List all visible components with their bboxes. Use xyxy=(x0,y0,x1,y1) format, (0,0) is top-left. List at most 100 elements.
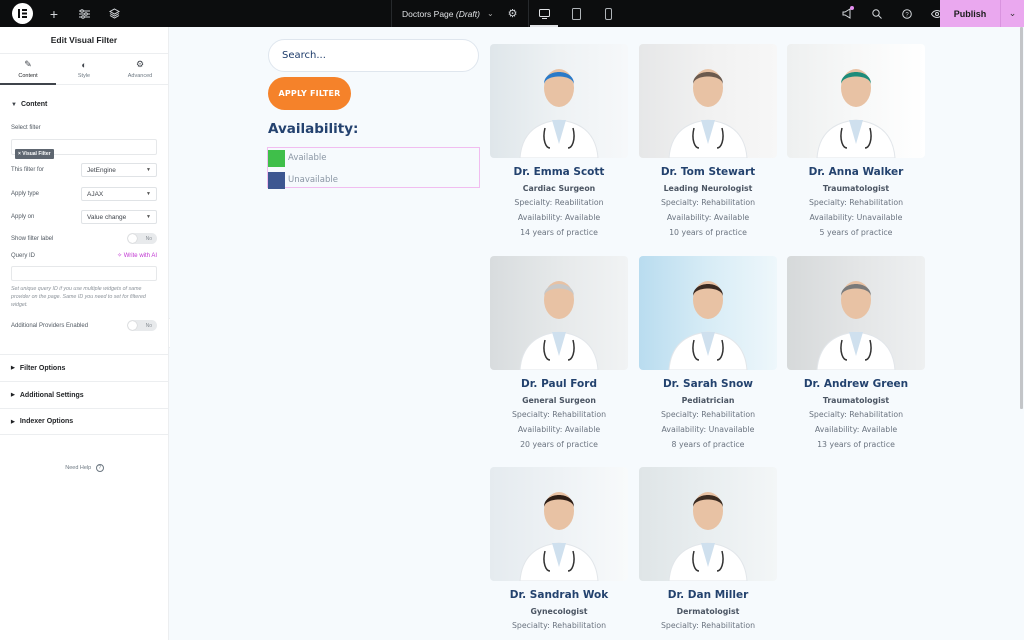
search-icon[interactable] xyxy=(864,0,890,27)
apply-type-select[interactable]: AJAX ▼ xyxy=(81,187,157,201)
doctor-photo xyxy=(639,44,777,158)
tab-content[interactable]: ✎ Content xyxy=(0,54,56,85)
additional-providers-toggle[interactable]: No xyxy=(127,320,157,331)
select-value: JetEngine xyxy=(87,166,116,174)
apply-filter-button[interactable]: APPLY FILTER xyxy=(268,77,351,110)
publish-options-button[interactable]: ⌄ xyxy=(1000,0,1024,27)
option-label: Unavailable xyxy=(288,175,338,185)
doctor-role: Pediatrician xyxy=(681,396,735,405)
layers-icon[interactable] xyxy=(101,0,127,27)
doctor-availability: Availability: Available xyxy=(814,425,898,434)
doctor-name[interactable]: Dr. Tom Stewart xyxy=(639,166,777,178)
doctor-card[interactable]: Dr. Sarah Snow Pediatrician Specialty: Reh… xyxy=(639,256,777,450)
this-filter-for-select[interactable]: JetEngine ▼ xyxy=(81,163,157,177)
select-filter-input[interactable]: × Visual Filter xyxy=(11,139,157,159)
doctor-card[interactable]: Dr. Emma Scott Cardiac Surgeon Specialty: … xyxy=(490,44,628,238)
tab-label: Style xyxy=(77,72,91,79)
need-help-link[interactable]: Need Help ? xyxy=(0,464,169,472)
color-swatch xyxy=(268,149,285,167)
apply-on-select[interactable]: Value change ▼ xyxy=(81,210,157,224)
doctor-card[interactable]: Dr. Andrew Green Traumatologist Specialty:… xyxy=(787,256,925,450)
settings-sliders-icon[interactable] xyxy=(71,0,97,27)
doctor-role: Cardiac Surgeon xyxy=(522,184,596,193)
doctor-name[interactable]: Dr. Andrew Green xyxy=(787,378,925,390)
doctor-photo xyxy=(639,467,777,581)
search-input[interactable]: Search... xyxy=(268,39,479,72)
select-filter-label: Select filter xyxy=(11,125,41,131)
doctor-specialty: Specialty: Rehabilitation xyxy=(660,198,756,207)
device-switcher xyxy=(528,0,624,27)
editor-top-bar: + Doctors Page (Draft) ⌄ ⚙ ? Publish ⌄ xyxy=(0,0,1024,27)
doctor-name[interactable]: Dr. Emma Scott xyxy=(490,166,628,178)
caret-right-icon: ▶ xyxy=(11,418,15,425)
query-id-input[interactable] xyxy=(11,266,157,281)
doctor-name[interactable]: Dr. Dan Miller xyxy=(639,589,777,601)
doctor-card[interactable]: Dr. Tom Stewart Leading Neurologist Specia… xyxy=(639,44,777,238)
doctor-name[interactable]: Dr. Paul Ford xyxy=(490,378,628,390)
chevron-down-icon: ⌄ xyxy=(1008,8,1017,18)
doctor-experience: 5 years of practice xyxy=(819,228,893,237)
apply-type-label: Apply type xyxy=(11,191,40,197)
pencil-icon: ✎ xyxy=(24,59,32,69)
doctor-specialty: Specialty: Rehabilitation xyxy=(808,198,904,207)
doctor-card[interactable]: Dr. Sandrah Wok Gynecologist Specialty: Re… xyxy=(490,467,628,631)
notifications-megaphone-icon[interactable] xyxy=(834,0,860,27)
panel-tabs: ✎ Content ◐ Style ⚙ Advanced xyxy=(0,54,168,85)
page-scrollbar[interactable] xyxy=(1020,27,1023,409)
elementor-logo-icon[interactable] xyxy=(12,3,33,24)
tab-advanced[interactable]: ⚙ Advanced xyxy=(112,54,168,84)
doctor-availability: Availability: Unavailable xyxy=(809,213,903,222)
doctor-name[interactable]: Dr. Sandrah Wok xyxy=(490,589,628,601)
section-indexer-options[interactable]: ▶ Indexer Options xyxy=(0,408,169,435)
doctor-specialty: Specialty: Rehabilitation xyxy=(808,410,904,419)
doctor-card[interactable]: Dr. Dan Miller Dermatologist Specialty: Re… xyxy=(639,467,777,631)
page-settings-gear-icon[interactable]: ⚙ xyxy=(508,7,518,20)
apply-on-label: Apply on xyxy=(11,214,35,220)
tab-label: Advanced xyxy=(127,73,153,79)
show-filter-label-label: Show filter label xyxy=(11,235,54,242)
doctor-specialty: Specialty: Rehabilitation xyxy=(660,621,756,630)
doctor-experience: 20 years of practice xyxy=(520,440,598,449)
section-title: Additional Settings xyxy=(19,391,84,399)
section-title: Indexer Options xyxy=(19,418,74,425)
tablet-icon xyxy=(571,7,581,20)
help-icon[interactable]: ? xyxy=(894,0,920,27)
document-title-dropdown[interactable]: Doctors Page (Draft) ⌄ ⚙ xyxy=(391,0,529,27)
write-with-ai-link[interactable]: ✧ Write with AI xyxy=(117,252,157,259)
device-desktop[interactable] xyxy=(528,0,560,27)
chevron-down-icon: ⌄ xyxy=(486,9,494,18)
caret-right-icon: ▶ xyxy=(11,365,15,371)
doctor-card[interactable]: Dr. Paul Ford General Surgeon Specialty: R… xyxy=(490,256,628,450)
doctor-name[interactable]: Dr. Anna Walker xyxy=(787,166,925,178)
toggle-knob xyxy=(128,234,137,243)
gear-icon: ⚙ xyxy=(135,59,145,69)
toggle-value: No xyxy=(145,322,152,329)
doctor-specialty: Specialty: Rehabilitation xyxy=(660,410,756,419)
doctor-role: Traumatologist xyxy=(822,396,890,405)
section-filter-options[interactable]: ▶ Filter Options xyxy=(0,354,169,381)
section-additional-settings[interactable]: ▶ Additional Settings xyxy=(0,381,169,408)
show-filter-label-toggle[interactable]: No xyxy=(127,233,157,244)
filter-option-unavailable[interactable]: Unavailable xyxy=(268,171,338,189)
device-tablet[interactable] xyxy=(560,0,592,27)
add-icon[interactable]: + xyxy=(41,0,67,27)
doctor-name[interactable]: Dr. Sarah Snow xyxy=(639,378,777,390)
selected-filter-chip[interactable]: × Visual Filter xyxy=(15,149,54,159)
toggle-knob xyxy=(128,321,137,330)
publish-button[interactable]: Publish xyxy=(940,0,1000,27)
availability-title: Availability: xyxy=(268,121,359,137)
doctor-photo xyxy=(787,256,925,370)
doctor-photo xyxy=(787,44,925,158)
doctor-card[interactable]: Dr. Anna Walker Traumatologist Specialty: … xyxy=(787,44,925,238)
filter-option-available[interactable]: Available xyxy=(268,149,326,167)
doctor-photo xyxy=(490,467,628,581)
device-mobile[interactable] xyxy=(592,0,624,27)
section-content-toggle[interactable]: ▼ Content xyxy=(0,91,168,118)
query-id-label: Query ID xyxy=(11,252,36,259)
mobile-icon xyxy=(604,7,612,20)
tab-style[interactable]: ◐ Style xyxy=(56,54,112,84)
doctor-availability: Availability: Unavailable xyxy=(661,425,755,434)
select-value: Value change xyxy=(87,213,127,221)
doctor-experience: 10 years of practice xyxy=(669,228,747,237)
section-title: Content xyxy=(20,101,48,108)
